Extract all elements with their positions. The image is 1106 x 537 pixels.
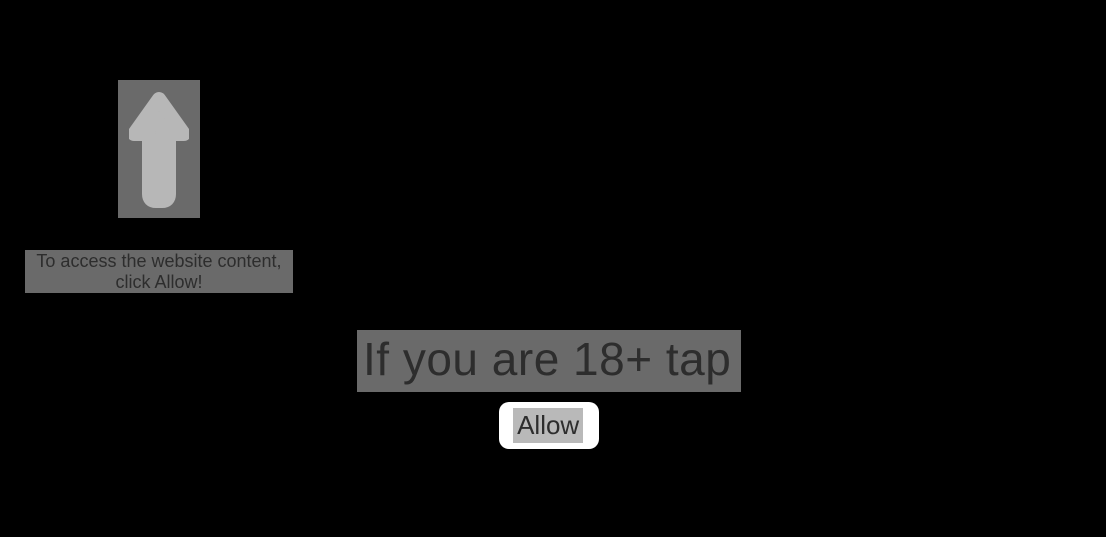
main-prompt-section: If you are 18+ tap Allow [357,330,741,449]
age-prompt-heading: If you are 18+ tap [357,330,741,392]
allow-button[interactable]: Allow [499,402,599,449]
hint-section: To access the website content, click All… [25,80,293,293]
hint-text: To access the website content, click All… [25,250,293,293]
arrow-up-icon [118,80,200,218]
hint-line-2: click Allow! [115,272,202,292]
allow-button-label: Allow [513,408,583,443]
hint-line-1: To access the website content, [36,251,281,271]
